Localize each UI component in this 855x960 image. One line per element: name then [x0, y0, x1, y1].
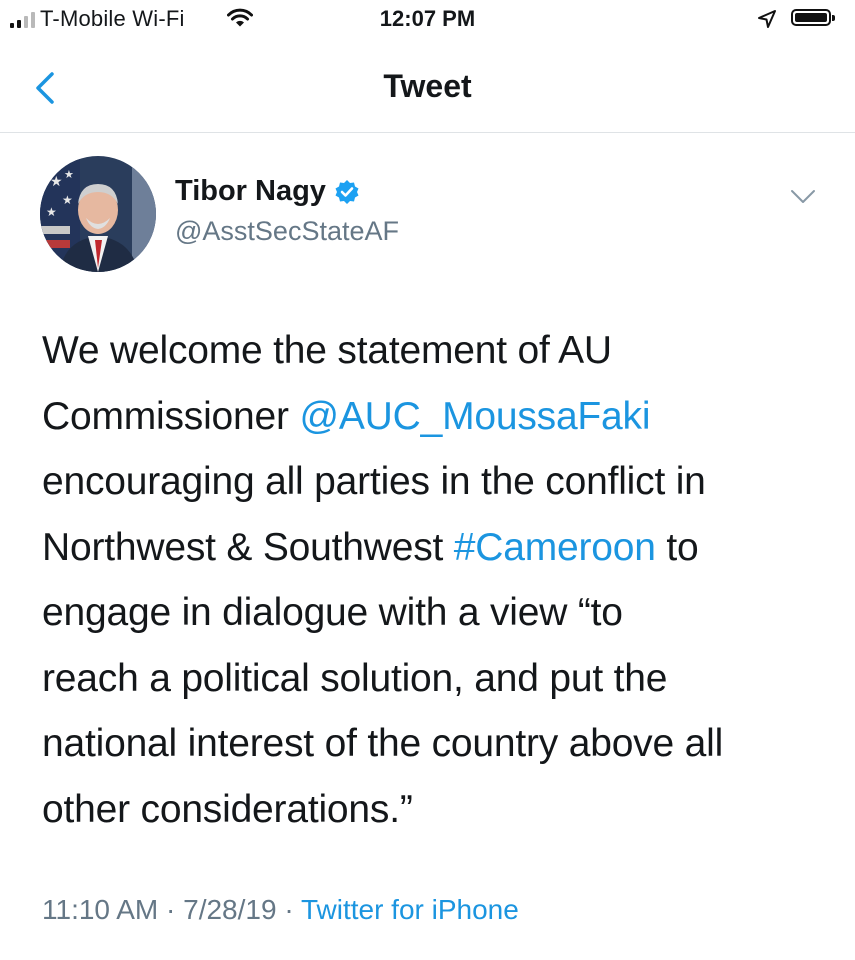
tweet-line: engage in dialogue with a view “to: [42, 591, 623, 634]
verified-badge-icon: [335, 179, 359, 204]
tweet-options-button[interactable]: [790, 188, 816, 206]
tweet-meta: 11:10 AM · 7/28/19 · Twitter for iPhone: [42, 894, 519, 926]
tweet-time: 11:10 AM: [42, 894, 159, 925]
location-arrow-icon: [757, 9, 777, 34]
page-title: Tweet: [383, 68, 472, 104]
separator: ·: [276, 894, 301, 925]
chevron-down-icon: [791, 190, 815, 203]
separator: ·: [158, 894, 184, 925]
tweet-line: reach a political solution, and put the: [42, 656, 668, 700]
tweet-source-link[interactable]: Twitter for iPhone: [301, 894, 519, 925]
author-name[interactable]: Tibor Nagy: [175, 175, 360, 208]
tweet-line: encouraging all parties in the conflict …: [42, 460, 706, 503]
hashtag-link[interactable]: #Cameroon: [454, 526, 656, 569]
tweet-line: other considerations.”: [42, 787, 413, 831]
svg-text:★: ★: [46, 205, 57, 219]
status-time: 12:07 PM: [379, 6, 476, 31]
tweet-text: We welcome the statement of AU Commissio…: [42, 318, 832, 842]
author-name-text: Tibor Nagy: [175, 175, 326, 207]
status-bar: T-Mobile Wi-Fi 12:07 PM: [0, 0, 855, 44]
svg-text:★: ★: [50, 174, 63, 190]
tweet-line: national interest of the country above a…: [42, 722, 724, 765]
navigation-bar: Tweet: [0, 44, 855, 133]
svg-text:★: ★: [62, 193, 73, 207]
battery-icon: [791, 9, 835, 26]
avatar[interactable]: ★ ★ ★ ★: [40, 156, 156, 272]
author-handle[interactable]: @AsstSecStateAF: [175, 216, 399, 247]
tweet-line: We welcome the statement of AU: [42, 329, 612, 372]
tweet-line: Commissioner @AUC_MoussaFaki: [42, 394, 651, 438]
tweet-line: Northwest & Southwest #Cameroon to: [42, 525, 699, 569]
tweet-date: 7/28/19: [183, 894, 277, 925]
svg-text:★: ★: [64, 168, 74, 181]
mention-link[interactable]: @AUC_MoussaFaki: [299, 395, 650, 438]
